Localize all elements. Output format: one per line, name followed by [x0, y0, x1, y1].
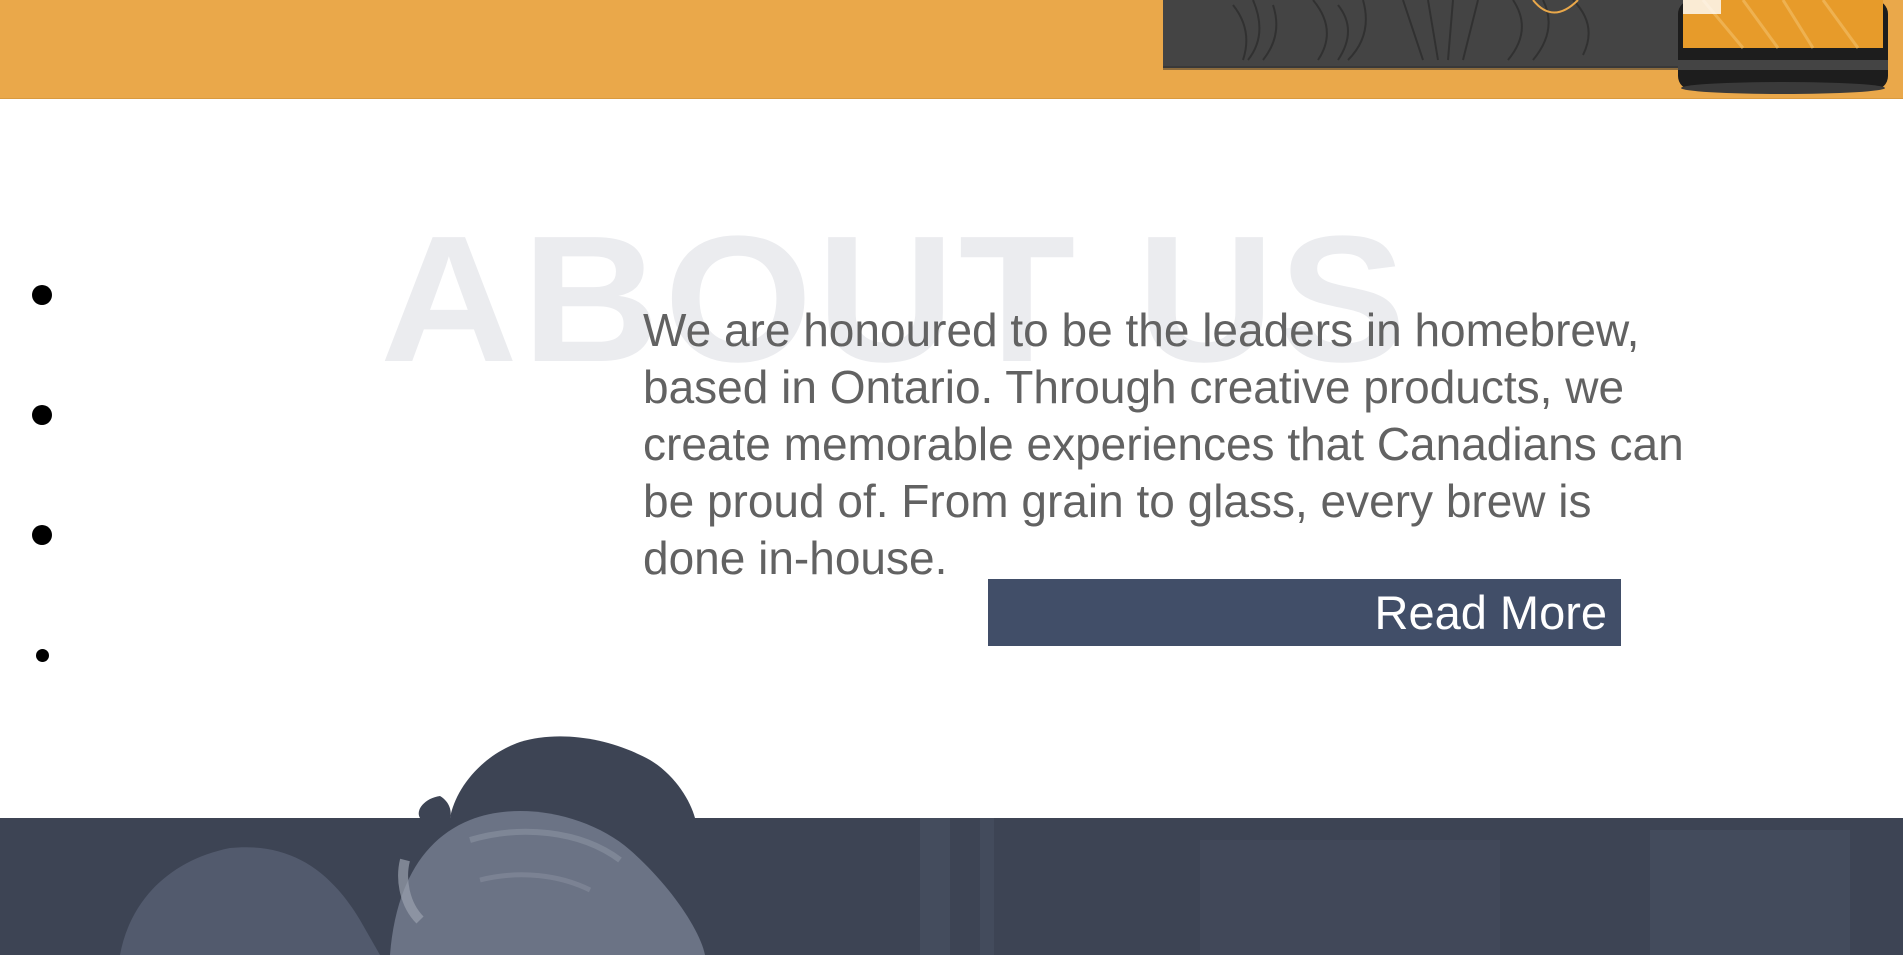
- bullet-dot-icon[interactable]: [32, 285, 52, 305]
- beer-can-icon: [1678, 0, 1888, 94]
- product-image: [1163, 0, 1888, 94]
- read-more-button[interactable]: Read More: [988, 579, 1621, 646]
- about-section: ABOUT US We are honoured to be the leade…: [0, 98, 1903, 818]
- hero-band: [0, 0, 1903, 99]
- about-description: We are honoured to be the leaders in hom…: [643, 304, 1684, 584]
- bullet-dot-icon[interactable]: [36, 649, 49, 662]
- bullet-dot-icon[interactable]: [32, 405, 52, 425]
- brewer-photo: [0, 736, 1903, 955]
- bullet-dot-icon[interactable]: [32, 525, 52, 545]
